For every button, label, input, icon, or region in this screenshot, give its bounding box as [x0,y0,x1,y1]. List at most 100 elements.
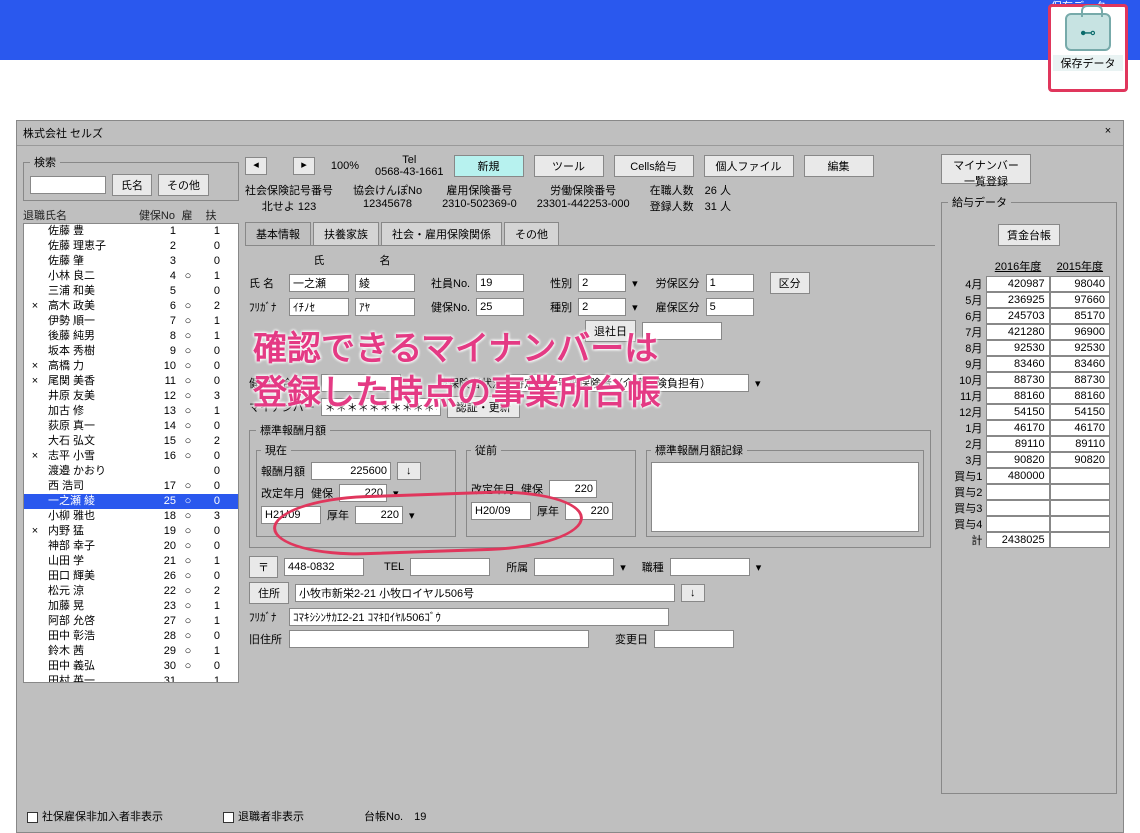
staff-no-input[interactable] [476,274,524,292]
pay-data-box: 給与データ 賃金台帳 2016年度2015年度4月420987980405月23… [941,194,1117,794]
list-item[interactable]: 松元 涼22○2 [24,584,238,599]
list-item[interactable]: 坂本 秀樹9○0 [24,344,238,359]
kind-select[interactable] [578,298,626,316]
list-item[interactable]: 田中 彰浩28○0 [24,629,238,644]
search-other-button[interactable]: その他 [158,174,209,196]
leave-date-input[interactable] [642,322,722,340]
search-legend: 検索 [30,154,60,170]
list-item[interactable]: 佐藤 肇30 [24,254,238,269]
mynumber-list-button[interactable]: マイナンバー 一覧登録 [941,154,1031,184]
rev-ym-prev[interactable] [471,502,531,520]
list-item[interactable]: ×志平 小雪16○0 [24,449,238,464]
pay-down-button[interactable]: ↓ [397,462,421,480]
address-button[interactable]: 住所 [249,582,289,604]
mynumber-input[interactable] [321,398,441,416]
auth-update-button[interactable]: 認証・更新 [447,396,520,418]
kenpo-now-input[interactable] [339,484,387,502]
list-item[interactable]: ×内野 猛19○0 [24,524,238,539]
list-item[interactable]: 田口 輝美26○0 [24,569,238,584]
old-address-input[interactable] [289,630,589,648]
last-kana-input[interactable] [289,298,349,316]
personal-file-button[interactable]: 個人ファイル [704,155,794,177]
kounen-prev-input[interactable] [565,502,613,520]
list-item[interactable]: ×高橋 力10○0 [24,359,238,374]
new-button[interactable]: 新規 [454,155,524,177]
tool-button[interactable]: ツール [534,155,604,177]
address-kana-input[interactable] [289,608,669,626]
pay-record-list[interactable] [651,462,919,532]
search-name-button[interactable]: 氏名 [112,174,152,196]
hide-uninsured-checkbox[interactable]: 社保雇保非加入者非表示 [27,808,163,824]
edit-button[interactable]: 編集 [804,155,874,177]
mynumber-label: マイナンバー [249,399,315,415]
list-item[interactable]: 阿部 允啓27○1 [24,614,238,629]
labor-kbn-input[interactable] [706,274,754,292]
close-button[interactable]: × [1099,125,1117,141]
list-item[interactable]: 加藤 晃23○1 [24,599,238,614]
cells-button[interactable]: Cells給与 [614,155,694,177]
list-item[interactable]: 一之瀬 綾25○0 [24,494,238,509]
pay-now-input[interactable] [311,462,391,480]
tab-basic[interactable]: 基本情報 [245,222,311,245]
list-item[interactable]: 鈴木 茜29○1 [24,644,238,659]
list-item[interactable]: 加古 修13○1 [24,404,238,419]
kenpo-prev-input[interactable] [549,480,597,498]
list-item[interactable]: 大石 弘文15○2 [24,434,238,449]
hide-retired-checkbox[interactable]: 退職者非表示 [223,808,304,824]
list-item[interactable]: 佐藤 豊11 [24,224,238,239]
rev-ym-now[interactable] [261,506,321,524]
job-select[interactable] [670,558,750,576]
wage-book-button[interactable]: 賃金台帳 [998,224,1060,246]
list-item[interactable]: 後藤 純男8○1 [24,329,238,344]
tab-family[interactable]: 扶養家族 [313,222,379,245]
list-item[interactable]: 井原 友美12○3 [24,389,238,404]
employee-list-header: 退職氏名 健保No雇扶 [23,207,239,223]
zip-input[interactable] [284,558,364,576]
list-item[interactable]: 三浦 和美50 [24,284,238,299]
sex-select[interactable] [578,274,626,292]
tel-input[interactable] [410,558,490,576]
list-item[interactable]: 荻原 真一14○0 [24,419,238,434]
list-item[interactable]: 小林 良二4○1 [24,269,238,284]
std-pay-legend: 標準報酬月額 [256,422,330,438]
main-window: 株式会社 セルズ × 確認できるマイナンバーは 登録した時点の事業所台帳 検索 … [16,120,1124,833]
addr-down-button[interactable]: ↓ [681,584,705,602]
list-item[interactable]: 伊勢 順一7○1 [24,314,238,329]
kounen-now-input[interactable] [355,506,403,524]
dept-select[interactable] [534,558,614,576]
list-item[interactable]: 西 浩司17○0 [24,479,238,494]
employee-list[interactable]: 佐藤 豊11佐藤 理恵子20佐藤 肇30小林 良二4○1三浦 和美50×高木 政… [23,223,239,683]
first-kana-input[interactable] [355,298,415,316]
leave-date-button[interactable]: 退社日 [585,320,636,342]
zoom-value: 100% [325,160,365,172]
search-box: 検索 氏名 その他 [23,154,239,201]
zip-button[interactable]: 〒 [249,556,278,578]
briefcase-icon [1065,13,1111,51]
last-name-input[interactable] [289,274,349,292]
list-item[interactable]: 渡邉 かおり0 [24,464,238,479]
kbn-button[interactable]: 区分 [770,272,810,294]
change-date-input[interactable] [654,630,734,648]
address-input[interactable] [295,584,675,602]
save-data-button[interactable]: 保存データ [1048,4,1128,92]
kenpo-group-label: 健保組合番号 [249,375,315,391]
status-input[interactable] [509,374,749,392]
tab-insurance[interactable]: 社会・雇用保険関係 [381,222,502,245]
list-item[interactable]: ×尾関 美香11○0 [24,374,238,389]
kenpo-group-input[interactable] [321,374,401,392]
list-item[interactable]: 小柳 雅也18○3 [24,509,238,524]
list-item[interactable]: 田村 英一311 [24,674,238,683]
tab-other[interactable]: その他 [504,222,559,245]
search-input[interactable] [30,176,106,194]
list-item[interactable]: 田中 義弘30○0 [24,659,238,674]
kenpo-no-input[interactable] [476,298,524,316]
tab-bar: 基本情報 扶養家族 社会・雇用保険関係 その他 [245,222,935,246]
list-item[interactable]: 佐藤 理恵子20 [24,239,238,254]
prev-button[interactable]: ◂ [245,157,267,175]
first-name-input[interactable] [355,274,415,292]
list-item[interactable]: 山田 学21○1 [24,554,238,569]
next-button[interactable]: ▸ [293,157,315,175]
emp-kbn-input[interactable] [706,298,754,316]
list-item[interactable]: ×高木 政美6○2 [24,299,238,314]
list-item[interactable]: 神部 幸子20○0 [24,539,238,554]
